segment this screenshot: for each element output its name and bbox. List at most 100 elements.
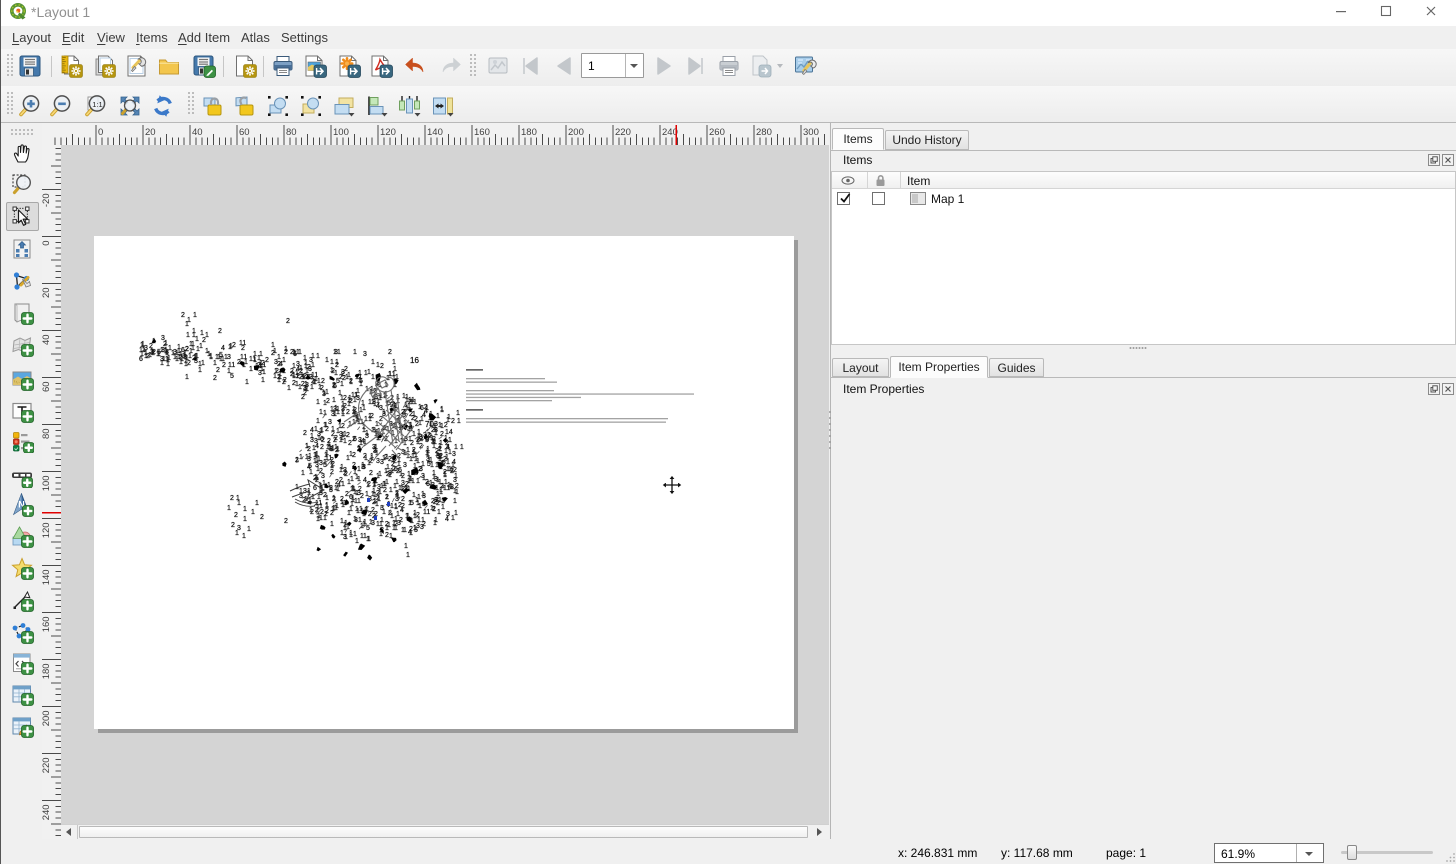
svg-text:2: 2 [181,312,185,319]
svg-text:3: 3 [358,437,362,444]
svg-text:20: 20 [145,127,156,138]
svg-text:1: 1 [412,411,416,418]
svg-text:1: 1 [437,454,441,461]
svg-text:1: 1 [188,353,192,360]
svg-text:1: 1 [183,352,187,359]
svg-text:1: 1 [282,357,286,364]
svg-text:1: 1 [207,351,211,358]
svg-text:1: 1 [160,360,164,367]
svg-text:1: 1 [440,407,444,414]
svg-text:1: 1 [373,492,377,499]
svg-text:1: 1 [195,336,199,343]
svg-text:60: 60 [42,381,52,392]
svg-text:1: 1 [443,471,447,478]
svg-text:2: 2 [282,379,286,386]
svg-text:1: 1 [436,413,440,420]
svg-text:1: 1 [371,374,375,381]
svg-text:1: 1 [375,501,379,508]
svg-text:1: 1 [353,489,357,496]
svg-text:1: 1 [362,427,366,434]
svg-text:1: 1 [179,359,183,366]
svg-text:2: 2 [352,452,356,459]
svg-text:200: 200 [568,127,584,138]
svg-text:80: 80 [286,127,297,138]
svg-text:5: 5 [410,500,414,507]
svg-text:3: 3 [403,462,407,469]
svg-text:2: 2 [369,470,373,477]
svg-text:-20: -20 [42,193,52,207]
svg-text:1: 1 [392,359,396,366]
svg-text:2: 2 [232,342,236,349]
svg-text:2: 2 [310,509,314,516]
svg-text:1: 1 [380,517,384,524]
svg-text:1: 1 [355,538,359,545]
svg-text:1: 1 [454,473,458,480]
svg-text:1: 1 [414,456,418,463]
svg-text:1: 1 [217,354,221,361]
svg-text:1: 1 [385,479,389,486]
svg-text:3: 3 [258,370,262,377]
svg-text:1: 1 [412,449,416,456]
svg-text:1: 1 [403,440,407,447]
svg-text:1: 1 [439,489,443,496]
svg-text:1: 1 [213,360,217,367]
svg-text:2: 2 [187,360,191,367]
svg-text:1: 1 [360,523,364,530]
svg-text:2: 2 [277,361,281,368]
svg-text:0: 0 [98,127,103,138]
svg-text:3: 3 [363,351,367,358]
svg-text:40: 40 [192,127,203,138]
svg-text:1: 1 [388,472,392,479]
svg-text:3: 3 [328,419,332,426]
svg-text:4: 4 [221,345,225,352]
svg-text:1: 1 [330,359,334,366]
svg-text:2: 2 [271,350,275,357]
svg-text:20: 20 [42,287,52,298]
svg-text:2: 2 [284,518,288,525]
svg-text:120: 120 [42,522,52,538]
svg-text:140: 140 [427,127,443,138]
svg-text:3: 3 [422,493,426,500]
svg-text:4: 4 [445,516,449,523]
svg-text:1: 1 [235,530,239,537]
svg-text:1: 1 [301,470,305,477]
svg-text:1: 1 [453,498,457,505]
svg-text:1: 1 [221,356,225,363]
svg-text:1 2: 1 2 [449,483,459,490]
svg-text:6: 6 [333,383,337,390]
svg-text:2: 2 [415,421,419,428]
svg-text:1: 1 [438,446,442,453]
svg-text:1 1: 1 1 [311,494,321,501]
svg-text:1: 1 [316,399,320,406]
svg-text:2: 2 [335,447,339,454]
svg-text:1: 1 [368,399,372,406]
svg-text:6: 6 [420,405,424,412]
svg-text:220: 220 [42,757,52,773]
svg-text:2: 2 [335,362,339,369]
svg-text:1: 1 [313,452,317,459]
svg-text:1: 1 [325,495,329,502]
svg-text:1: 1 [358,517,362,524]
svg-text:2: 2 [213,375,217,382]
svg-text:1: 1 [406,552,410,559]
svg-text:1: 1 [318,384,322,391]
svg-text:2: 2 [385,494,389,501]
svg-text:5: 5 [230,373,234,380]
svg-text:1: 1 [330,463,334,470]
svg-text:11: 11 [388,369,396,378]
svg-text:1: 1 [408,476,412,483]
svg-text:100: 100 [333,127,349,138]
svg-text:2: 2 [319,468,323,475]
svg-text:2: 2 [303,430,307,437]
svg-text:11: 11 [325,455,332,462]
svg-text:2: 2 [360,493,364,500]
svg-text:1: 1 [353,349,357,356]
svg-text:1: 1 [305,386,309,393]
svg-text:40: 40 [42,334,52,345]
svg-text:1: 1 [245,379,249,386]
svg-text:1: 1 [409,530,413,537]
svg-text:3: 3 [380,459,384,466]
svg-text:1: 1 [366,482,370,489]
svg-text:1: 1 [454,510,458,517]
svg-text:1: 1 [364,455,368,462]
